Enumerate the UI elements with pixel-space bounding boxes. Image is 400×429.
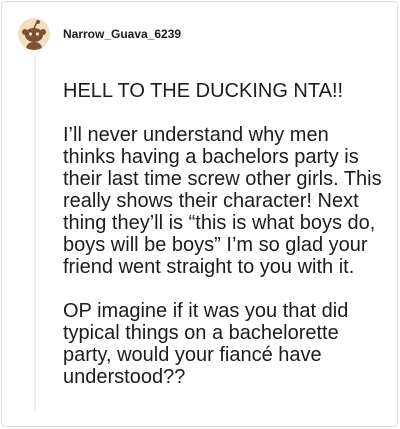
- comment-paragraph: I’ll never understand why men thinks hav…: [63, 124, 382, 278]
- thread-collapse-line[interactable]: [34, 54, 36, 412]
- comment-paragraph: OP imagine if it was you that did typica…: [63, 300, 349, 388]
- comment-body: HELL TO THE DUCKING NTA!! I’ll never und…: [63, 80, 383, 388]
- comment-card: Narrow_Guava_6239 HELL TO THE DUCKING NT…: [1, 1, 398, 427]
- comment-paragraph: HELL TO THE DUCKING NTA!!: [63, 80, 344, 102]
- reddit-snoo-avatar-icon[interactable]: [18, 18, 50, 50]
- comment-author-username[interactable]: Narrow_Guava_6239: [63, 26, 181, 42]
